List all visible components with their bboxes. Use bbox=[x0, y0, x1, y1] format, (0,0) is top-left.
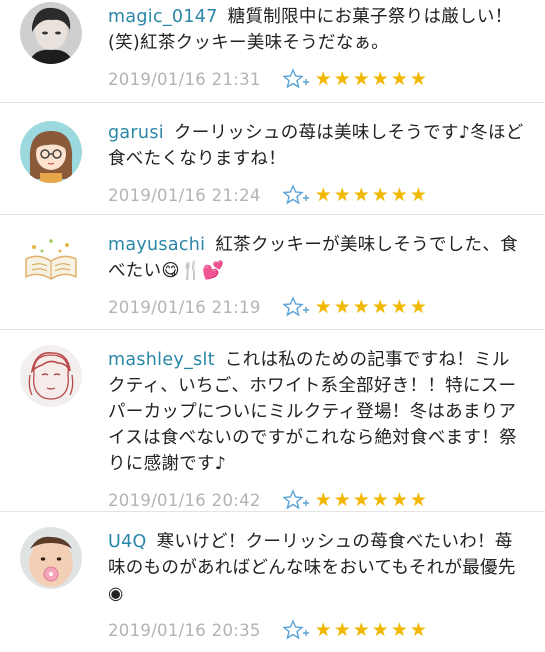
star-add-icon[interactable] bbox=[281, 619, 309, 641]
username-link[interactable]: mashley_slt bbox=[108, 350, 215, 370]
comment-item: U4Q 寒いけど！クーリッシュの苺食べたいわ！苺味のものがあればどんな味をおいても… bbox=[0, 512, 545, 652]
star-add-icon[interactable] bbox=[281, 68, 309, 90]
user-avatar[interactable] bbox=[20, 345, 82, 407]
star-rating: ★★★★★★ bbox=[314, 489, 429, 511]
star-add-icon[interactable] bbox=[281, 489, 309, 511]
user-avatar[interactable] bbox=[20, 2, 82, 64]
comment-timestamp: 2019/01/16 20:35 bbox=[108, 620, 261, 640]
comment-meta: 2019/01/16 21:31 ★★★★★★ bbox=[108, 66, 527, 92]
comment-text: 寒いけど！クーリッシュの苺食べたいわ！苺味のものがあればどんな味をおいてもそれが… bbox=[108, 532, 516, 604]
star-rating: ★★★★★★ bbox=[314, 68, 429, 90]
comment-item: magic_0147 糖質制限中にお菓子祭りは厳しい！(笑)紅茶クッキー美味そうだ… bbox=[0, 0, 545, 103]
comment-timestamp: 2019/01/16 21:19 bbox=[108, 297, 261, 317]
comment-meta: 2019/01/16 20:42 ★★★★★★ bbox=[108, 487, 527, 513]
username-link[interactable]: magic_0147 bbox=[108, 7, 218, 27]
comment-text: クーリッシュの苺は美味しそうです♪冬ほど食べたくなりますね！ bbox=[108, 123, 524, 169]
comment-text-block: mayusachi 紅茶クッキーが美味しそうでした、食べたい😋🍴💕 bbox=[108, 232, 527, 284]
comment-item: mayusachi 紅茶クッキーが美味しそうでした、食べたい😋🍴💕 2019/01… bbox=[0, 215, 545, 330]
comment-timestamp: 2019/01/16 21:24 bbox=[108, 185, 261, 205]
star-rating: ★★★★★★ bbox=[314, 296, 429, 318]
comment-list: magic_0147 糖質制限中にお菓子祭りは厳しい！(笑)紅茶クッキー美味そうだ… bbox=[0, 0, 545, 652]
comment-body: mayusachi 紅茶クッキーが美味しそうでした、食べたい😋🍴💕 2019/01… bbox=[108, 232, 527, 320]
comment-text-block: magic_0147 糖質制限中にお菓子祭りは厳しい！(笑)紅茶クッキー美味そうだ… bbox=[108, 4, 527, 56]
comment-meta: 2019/01/16 21:19 ★★★★★★ bbox=[108, 294, 527, 320]
comment-timestamp: 2019/01/16 20:42 bbox=[108, 490, 261, 510]
user-avatar[interactable] bbox=[20, 229, 82, 291]
comment-item: garusi クーリッシュの苺は美味しそうです♪冬ほど食べたくなりますね！ 201… bbox=[0, 103, 545, 215]
comment-meta: 2019/01/16 21:24 ★★★★★★ bbox=[108, 182, 527, 208]
comment-body: mashley_slt これは私のための記事ですね！ミルクティ、いちご、ホワイト系… bbox=[108, 347, 527, 513]
comment-text-block: U4Q 寒いけど！クーリッシュの苺食べたいわ！苺味のものがあればどんな味をおいても… bbox=[108, 529, 527, 607]
comment-meta: 2019/01/16 20:35 ★★★★★★ bbox=[108, 617, 527, 643]
comment-timestamp: 2019/01/16 21:31 bbox=[108, 69, 261, 89]
username-link[interactable]: U4Q bbox=[108, 532, 147, 552]
comment-text-block: mashley_slt これは私のための記事ですね！ミルクティ、いちご、ホワイト系… bbox=[108, 347, 527, 477]
username-link[interactable]: mayusachi bbox=[108, 235, 205, 255]
comment-item: mashley_slt これは私のための記事ですね！ミルクティ、いちご、ホワイト系… bbox=[0, 330, 545, 512]
comment-text-block: garusi クーリッシュの苺は美味しそうです♪冬ほど食べたくなりますね！ bbox=[108, 120, 527, 172]
star-add-icon[interactable] bbox=[281, 184, 309, 206]
star-rating: ★★★★★★ bbox=[314, 184, 429, 206]
comment-body: garusi クーリッシュの苺は美味しそうです♪冬ほど食べたくなりますね！ 201… bbox=[108, 120, 527, 208]
user-avatar[interactable] bbox=[20, 121, 82, 183]
username-link[interactable]: garusi bbox=[108, 123, 164, 143]
user-avatar[interactable] bbox=[20, 527, 82, 589]
comment-body: magic_0147 糖質制限中にお菓子祭りは厳しい！(笑)紅茶クッキー美味そうだ… bbox=[108, 4, 527, 92]
star-rating: ★★★★★★ bbox=[314, 619, 429, 641]
star-add-icon[interactable] bbox=[281, 296, 309, 318]
comment-body: U4Q 寒いけど！クーリッシュの苺食べたいわ！苺味のものがあればどんな味をおいても… bbox=[108, 529, 527, 643]
